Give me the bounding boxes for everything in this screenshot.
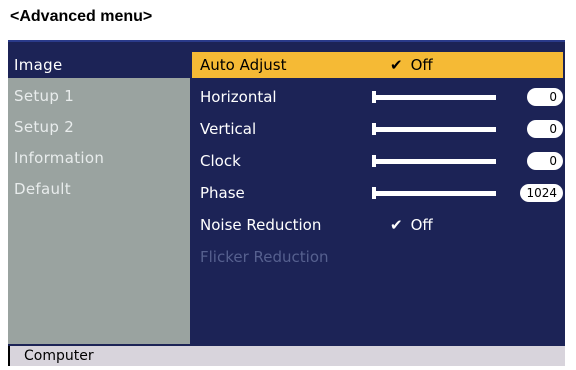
phase-row[interactable]: Phase 1024	[192, 180, 563, 206]
sidebar: Image Setup 1 Setup 2 Information Defaul…	[8, 52, 190, 344]
clock-value: 0	[527, 152, 563, 170]
horizontal-value: 0	[527, 88, 563, 106]
sidebar-item-default[interactable]: Default	[8, 176, 190, 202]
phase-value: 1024	[520, 184, 563, 202]
noise-reduction-label: Noise Reduction	[200, 216, 322, 234]
horizontal-row[interactable]: Horizontal 0	[192, 84, 563, 110]
auto-adjust-value[interactable]: ✔ Off	[390, 52, 433, 78]
auto-adjust-row[interactable]: Auto Adjust ✔ Off	[192, 52, 563, 78]
osd-menu-window: Image Setup 1 Setup 2 Information Defaul…	[8, 40, 565, 366]
phase-slider-track[interactable]	[376, 191, 496, 196]
input-source-bar: Computer	[8, 346, 565, 366]
flicker-reduction-row: Flicker Reduction	[192, 244, 563, 270]
horizontal-slider-track[interactable]	[376, 95, 496, 100]
clock-slider-track[interactable]	[376, 159, 496, 164]
sidebar-item-image[interactable]: Image	[8, 52, 190, 78]
input-source-label: Computer	[24, 348, 94, 364]
auto-adjust-state: Off	[410, 56, 433, 74]
sidebar-item-setup1[interactable]: Setup 1	[8, 83, 190, 109]
flicker-reduction-label: Flicker Reduction	[200, 248, 329, 266]
noise-reduction-row[interactable]: Noise Reduction ✔ Off	[192, 212, 563, 238]
auto-adjust-label: Auto Adjust	[200, 56, 287, 74]
sidebar-item-information[interactable]: Information	[8, 145, 190, 171]
clock-label: Clock	[200, 152, 241, 170]
noise-reduction-state: Off	[410, 216, 433, 234]
vertical-row[interactable]: Vertical 0	[192, 116, 563, 142]
phase-label: Phase	[200, 184, 245, 202]
page-caption: <Advanced menu>	[10, 8, 153, 25]
checkmark-icon: ✔	[390, 216, 403, 234]
sidebar-item-setup2[interactable]: Setup 2	[8, 114, 190, 140]
vertical-value: 0	[527, 120, 563, 138]
clock-row[interactable]: Clock 0	[192, 148, 563, 174]
horizontal-label: Horizontal	[200, 88, 277, 106]
vertical-label: Vertical	[200, 120, 257, 138]
noise-reduction-value[interactable]: ✔ Off	[390, 212, 433, 238]
menu-panel: Auto Adjust ✔ Off Horizontal 0 Vertical 0…	[192, 52, 563, 344]
vertical-slider-track[interactable]	[376, 127, 496, 132]
checkmark-icon: ✔	[390, 56, 403, 74]
